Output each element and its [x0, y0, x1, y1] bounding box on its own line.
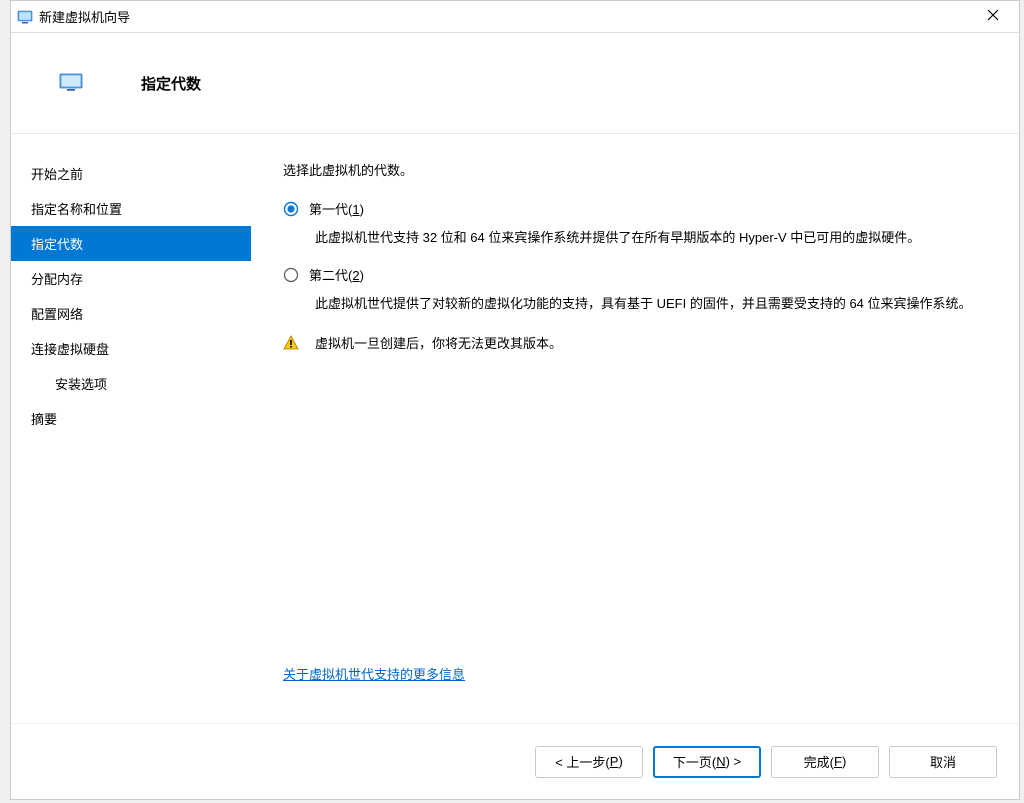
- warning-row: 虚拟机一旦创建后，你将无法更改其版本。: [283, 333, 1011, 352]
- sidebar-item-label: 连接虚拟硬盘: [31, 342, 109, 357]
- back-button[interactable]: < 上一步(P): [535, 746, 643, 778]
- sidebar-item-generation[interactable]: 指定代数: [11, 226, 251, 261]
- sidebar-item-network[interactable]: 配置网络: [11, 296, 251, 331]
- warning-icon: [283, 335, 299, 351]
- sidebar-item-label: 配置网络: [31, 307, 83, 322]
- sidebar-item-label: 开始之前: [31, 167, 83, 182]
- sidebar-item-disk[interactable]: 连接虚拟硬盘: [11, 331, 251, 366]
- gen2-description: 此虚拟机世代提供了对较新的虚拟化功能的支持，具有基于 UEFI 的固件，并且需要…: [315, 294, 1011, 315]
- content-panel: 选择此虚拟机的代数。 第一代(1) 此虚拟机世代支持 32 位和 64 位来宾操…: [251, 134, 1019, 723]
- radio-gen1[interactable]: [283, 201, 299, 217]
- generation-1-option[interactable]: 第一代(1): [283, 199, 1011, 218]
- sidebar-item-memory[interactable]: 分配内存: [11, 261, 251, 296]
- header-icon: [59, 73, 83, 97]
- warning-text: 虚拟机一旦创建后，你将无法更改其版本。: [315, 333, 562, 352]
- titlebar: 新建虚拟机向导: [11, 1, 1019, 33]
- radio-gen2[interactable]: [283, 267, 299, 283]
- close-icon: [987, 9, 999, 24]
- sidebar-item-summary[interactable]: 摘要: [11, 401, 251, 436]
- next-button[interactable]: 下一页(N) >: [653, 746, 761, 778]
- close-button[interactable]: [973, 2, 1013, 32]
- sidebar-item-install-options[interactable]: 安装选项: [11, 366, 251, 401]
- gen1-description: 此虚拟机世代支持 32 位和 64 位来宾操作系统并提供了在所有早期版本的 Hy…: [315, 228, 1011, 249]
- page-title: 指定代数: [141, 73, 201, 94]
- more-info-link[interactable]: 关于虚拟机世代支持的更多信息: [283, 664, 1011, 683]
- sidebar-item-label: 摘要: [31, 412, 57, 427]
- wizard-body: 开始之前 指定名称和位置 指定代数 分配内存 配置网络 连接虚拟硬盘 安装选项 …: [11, 134, 1019, 723]
- sidebar-item-before-begin[interactable]: 开始之前: [11, 156, 251, 191]
- finish-button[interactable]: 完成(F): [771, 746, 879, 778]
- sidebar-item-label: 指定代数: [31, 237, 83, 252]
- titlebar-text: 新建虚拟机向导: [39, 7, 973, 26]
- cancel-button[interactable]: 取消: [889, 746, 997, 778]
- sidebar-item-label: 指定名称和位置: [31, 202, 122, 217]
- wizard-footer: < 上一步(P) 下一页(N) > 完成(F) 取消: [11, 723, 1019, 799]
- radio-gen1-label[interactable]: 第一代(1): [309, 199, 364, 218]
- generation-2-option[interactable]: 第二代(2): [283, 265, 1011, 284]
- sidebar-item-name-location[interactable]: 指定名称和位置: [11, 191, 251, 226]
- sidebar-item-label: 分配内存: [31, 272, 83, 287]
- intro-text: 选择此虚拟机的代数。: [283, 160, 1011, 179]
- app-icon: [17, 9, 33, 25]
- sidebar: 开始之前 指定名称和位置 指定代数 分配内存 配置网络 连接虚拟硬盘 安装选项 …: [11, 134, 251, 723]
- radio-gen2-label[interactable]: 第二代(2): [309, 265, 364, 284]
- wizard-window: 新建虚拟机向导 指定代数 开始之前 指定名称和位置 指定代数 分配内存 配置网络…: [10, 0, 1020, 800]
- wizard-header: 指定代数: [11, 33, 1019, 133]
- sidebar-item-label: 安装选项: [55, 377, 107, 392]
